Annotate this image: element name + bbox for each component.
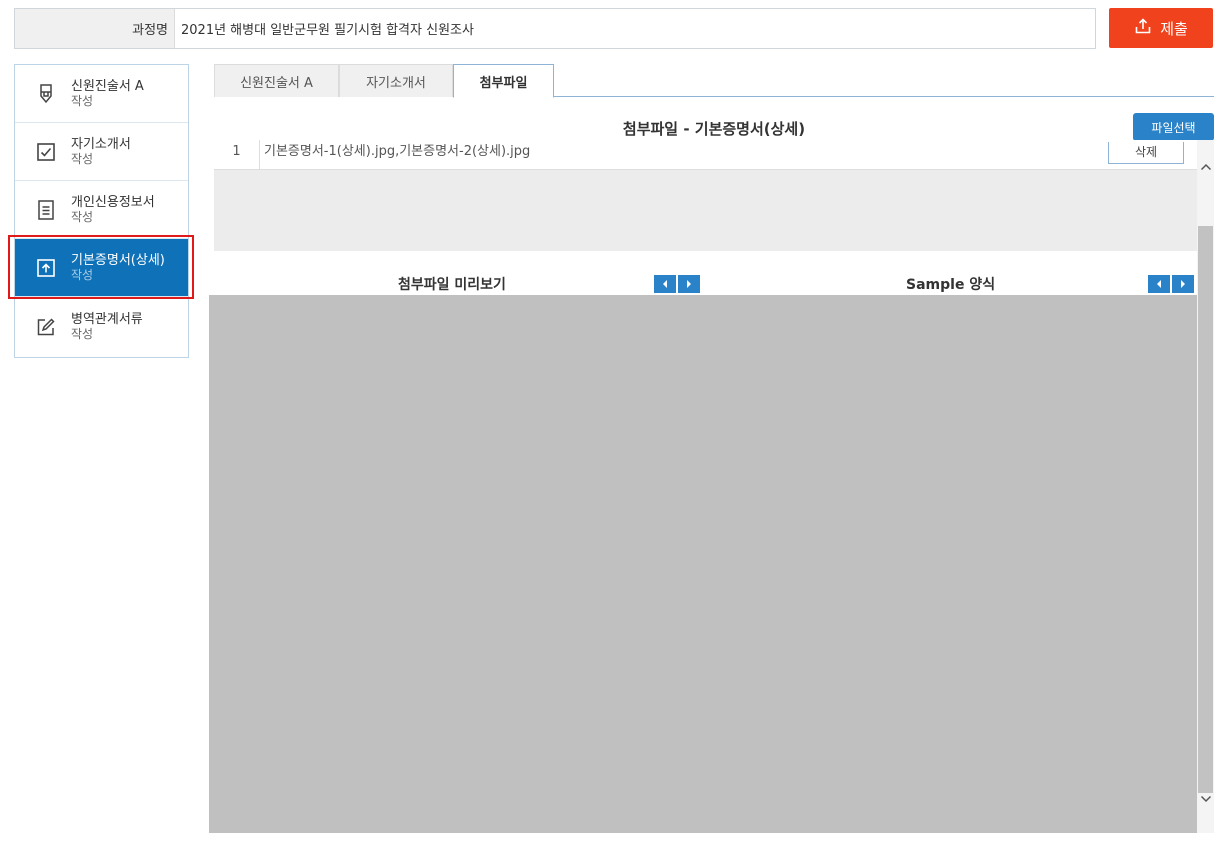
sidebar-item-status: 작성 — [71, 209, 94, 224]
preview-title: 첨부파일 미리보기 — [398, 277, 506, 293]
sidebar-item-status: 작성 — [71, 327, 94, 341]
sidebar-item-statement-a[interactable]: 신원진술서 A 작성 — [15, 65, 188, 123]
course-bar: 과정명 2021년 해병대 일반군무원 필기시험 합격자 신원조사 — [14, 8, 1096, 49]
sidebar-item-label: 기본증명서(상세) — [71, 252, 165, 268]
sidebar-item-status: 작성 — [71, 151, 94, 166]
sidebar-item-label: 신원진술서 A — [71, 78, 144, 94]
file-number: 1 — [214, 140, 260, 170]
sidebar-item-status: 작성 — [71, 267, 94, 282]
tab-attachments[interactable]: 첨부파일 — [453, 64, 554, 98]
sidebar-item-basic-certificate[interactable]: 기본증명서(상세) 작성 — [15, 239, 188, 297]
sidebar-item-credit-info[interactable]: 개인신용정보서 작성 — [15, 181, 188, 239]
file-list: 1 기본증명서-1(상세).jpg,기본증명서-2(상세).jpg 삭제 — [214, 140, 1197, 251]
course-name: 2021년 해병대 일반군무원 필기시험 합격자 신원조사 — [181, 23, 474, 38]
submit-label: 제출 — [1160, 19, 1188, 38]
scroll-thumb[interactable] — [1198, 226, 1213, 793]
sidebar-item-label: 병역관계서류 — [71, 312, 143, 327]
upload-icon — [1134, 17, 1152, 39]
submit-button[interactable]: 제출 — [1109, 8, 1213, 48]
prev-arrow-icon[interactable] — [654, 275, 676, 293]
prev-arrow-icon[interactable] — [1148, 275, 1170, 293]
sample-title: Sample 양식 — [906, 277, 996, 293]
tab-self-intro[interactable]: 자기소개서 — [339, 64, 453, 97]
scrollbar[interactable] — [1197, 140, 1214, 833]
upload-box-icon — [35, 257, 57, 279]
sidebar-item-label: 개인신용정보서 — [71, 194, 155, 210]
file-select-button[interactable]: 파일선택 — [1133, 113, 1214, 141]
checkbox-icon — [35, 141, 57, 163]
scroll-up-icon[interactable] — [1197, 158, 1214, 176]
tab-bar: 신원진술서 A 자기소개서 첨부파일 — [214, 64, 1214, 98]
delete-button[interactable]: 삭제 — [1108, 142, 1184, 164]
preview-area — [209, 295, 1197, 833]
table-row: 1 기본증명서-1(상세).jpg,기본증명서-2(상세).jpg 삭제 — [214, 140, 1197, 170]
edit-icon — [35, 316, 57, 338]
sidebar-item-military-docs[interactable]: 병역관계서류 작성 — [15, 297, 188, 357]
section-title: 첨부파일 - 기본증명서(상세) — [622, 120, 806, 138]
file-name: 기본증명서-1(상세).jpg,기본증명서-2(상세).jpg — [264, 144, 531, 159]
tab-statement-a[interactable]: 신원진술서 A — [214, 64, 339, 97]
pen-nib-icon — [35, 83, 57, 105]
next-arrow-icon[interactable] — [678, 275, 700, 293]
sidebar-item-self-intro[interactable]: 자기소개서 작성 — [15, 123, 188, 181]
sidebar: 신원진술서 A 작성 자기소개서 작성 개인신용정보서 작성 기본증명서(상세)… — [14, 64, 189, 358]
scroll-down-icon[interactable] — [1197, 790, 1214, 808]
sidebar-item-status: 작성 — [71, 93, 94, 108]
sample-nav — [1148, 275, 1194, 293]
course-label: 과정명 — [15, 9, 175, 48]
document-lines-icon — [35, 199, 57, 221]
preview-nav — [654, 275, 700, 293]
sidebar-item-label: 자기소개서 — [71, 136, 131, 152]
next-arrow-icon[interactable] — [1172, 275, 1194, 293]
